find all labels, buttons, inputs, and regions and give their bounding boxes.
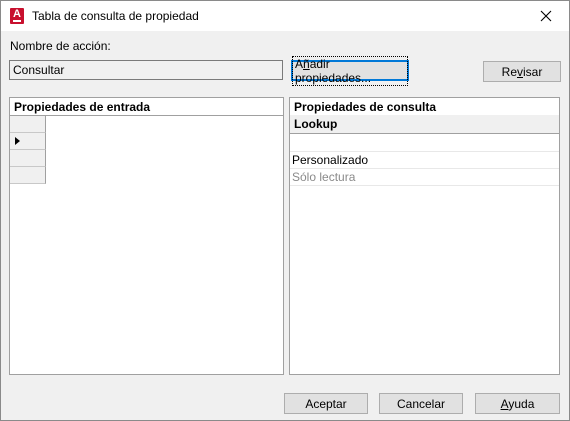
grid-row[interactable]: [10, 150, 46, 167]
input-properties-header: Propiedades de entrada: [10, 98, 283, 116]
grid-row[interactable]: [10, 116, 46, 133]
close-icon: [540, 10, 552, 22]
row-pointer-icon: [15, 137, 20, 145]
help-button[interactable]: Ayuda: [475, 393, 560, 414]
lookup-properties-header: Propiedades de consulta: [290, 98, 559, 116]
window-title: Tabla de consulta de propiedad: [32, 9, 199, 23]
list-item-readonly: Sólo lectura: [290, 169, 559, 186]
lookup-properties-panel: Propiedades de consulta Lookup Personali…: [289, 97, 560, 375]
action-name-label: Nombre de acción:: [10, 39, 111, 53]
action-name-field[interactable]: Consultar: [9, 60, 283, 80]
cancel-button[interactable]: Cancelar: [379, 393, 463, 414]
lookup-column-header[interactable]: Lookup: [290, 115, 559, 134]
grid-row-selected[interactable]: [10, 133, 46, 150]
app-icon: A: [10, 8, 24, 24]
review-button[interactable]: Revisar: [483, 61, 561, 82]
ok-button[interactable]: Aceptar: [284, 393, 368, 414]
title-bar[interactable]: A Tabla de consulta de propiedad: [1, 1, 569, 31]
close-button[interactable]: [523, 1, 569, 31]
add-properties-button[interactable]: Añadir propiedades...: [291, 55, 409, 86]
dialog-window: A Tabla de consulta de propiedad Nombre …: [0, 0, 570, 421]
list-item[interactable]: [290, 135, 559, 152]
app-icon-letter: A: [13, 8, 21, 20]
list-item-custom[interactable]: Personalizado: [290, 152, 559, 169]
grid-row[interactable]: [10, 167, 46, 184]
input-properties-panel: Propiedades de entrada: [9, 97, 284, 375]
